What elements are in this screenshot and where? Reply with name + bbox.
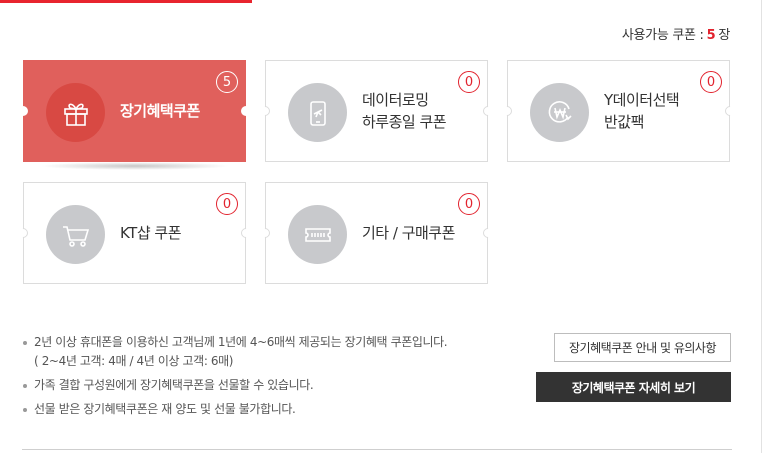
coupon-count-badge: 0 xyxy=(458,71,480,93)
coupon-notes: 2년 이상 휴대폰을 이용하신 고객님께 1년에 4~6매씩 제공되는 장기혜택… xyxy=(22,333,502,424)
coupon-card-label: 기타 / 구매쿠폰 xyxy=(362,224,455,242)
note-item: 가족 결합 구성원에게 장기혜택쿠폰을 선물할 수 있습니다. xyxy=(22,376,502,395)
coupon-card-long-term[interactable]: 장기혜택쿠폰 5 xyxy=(15,60,254,162)
phone-airplane-icon xyxy=(309,100,326,126)
coupon-card-label: Y데이터선택 반값팩 xyxy=(604,91,680,131)
note-text: 선물 받은 장기혜택쿠폰은 재 양도 및 선물 불가합니다. xyxy=(34,402,296,416)
coupon-card-label: 장기혜택쿠폰 xyxy=(120,102,200,120)
coupon-detail-button[interactable]: 장기혜택쿠폰 자세히 보기 xyxy=(536,372,731,402)
available-coupon-count: 사용가능 쿠폰 :5장 xyxy=(622,24,730,43)
coupon-card-y-data[interactable]: Y데이터선택 반값팩 0 xyxy=(499,60,738,162)
coupon-card-kt-shop[interactable]: KT샵 쿠폰 0 xyxy=(15,182,254,284)
available-count: 5 xyxy=(706,28,716,43)
note-subtext: ( 2~4년 고객: 4매 / 4년 이상 고객: 6매) xyxy=(34,354,234,368)
ticket-icon xyxy=(304,227,331,242)
ticket-notch xyxy=(480,225,496,241)
coupon-count-badge: 0 xyxy=(700,71,722,93)
available-label: 사용가능 쿠폰 : xyxy=(621,28,704,43)
ticket-notch xyxy=(238,103,254,119)
ticket-notch xyxy=(15,225,31,241)
available-unit: 장 xyxy=(718,28,730,43)
ticket-notch xyxy=(257,103,273,119)
ticket-notch xyxy=(499,103,515,119)
active-tab-indicator xyxy=(0,0,252,3)
coupon-icon-circle xyxy=(530,83,589,142)
active-card-shadow xyxy=(40,162,230,170)
coupon-card-label: 데이터로밍 하루종일 쿠폰 xyxy=(362,91,447,131)
coupon-card-etc[interactable]: 기타 / 구매쿠폰 0 xyxy=(257,182,496,284)
section-divider xyxy=(22,449,732,450)
ticket-notch xyxy=(238,225,254,241)
note-item: 선물 받은 장기혜택쿠폰은 재 양도 및 선물 불가합니다. xyxy=(22,400,502,419)
coupon-icon-circle xyxy=(46,83,105,142)
won-refresh-icon xyxy=(548,100,572,123)
coupon-card-roaming[interactable]: 데이터로밍 하루종일 쿠폰 0 xyxy=(257,60,496,162)
shopping-cart-icon xyxy=(62,225,89,247)
coupon-icon-circle xyxy=(46,205,105,264)
coupon-count-badge: 0 xyxy=(458,193,480,215)
coupon-icon-circle xyxy=(288,205,347,264)
ticket-notch xyxy=(15,103,31,119)
note-item: 2년 이상 휴대폰을 이용하신 고객님께 1년에 4~6매씩 제공되는 장기혜택… xyxy=(22,333,502,371)
gift-icon xyxy=(63,103,88,126)
note-text: 2년 이상 휴대폰을 이용하신 고객님께 1년에 4~6매씩 제공되는 장기혜택… xyxy=(34,335,448,349)
note-text: 가족 결합 구성원에게 장기혜택쿠폰을 선물할 수 있습니다. xyxy=(34,378,314,392)
ticket-notch xyxy=(480,103,496,119)
coupon-card-label: KT샵 쿠폰 xyxy=(120,224,182,242)
coupon-info-button[interactable]: 장기혜택쿠폰 안내 및 유의사항 xyxy=(554,333,731,362)
ticket-notch xyxy=(257,225,273,241)
coupon-icon-circle xyxy=(288,83,347,142)
coupon-count-badge: 5 xyxy=(216,71,238,93)
coupon-count-badge: 0 xyxy=(216,193,238,215)
ticket-notch xyxy=(722,103,738,119)
